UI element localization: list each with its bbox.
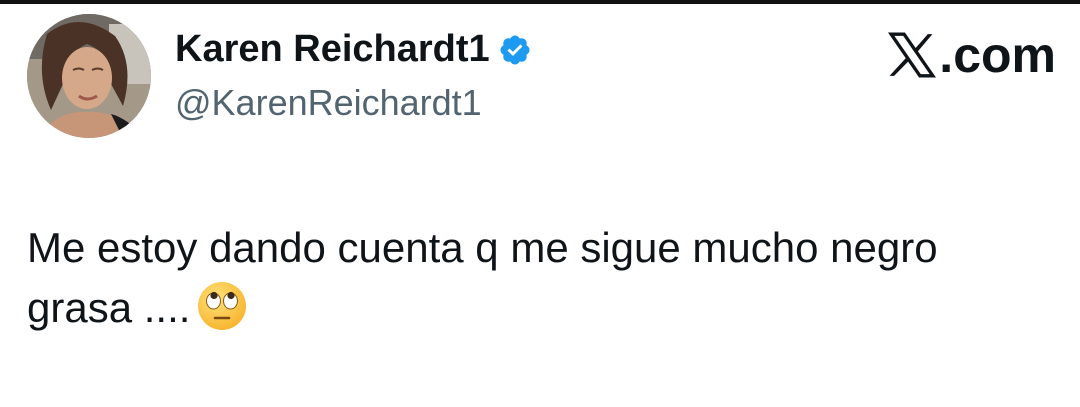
display-name[interactable]: Karen Reichardt1 — [175, 28, 532, 71]
avatar-photo — [27, 14, 151, 138]
brand-suffix: .com — [939, 27, 1056, 83]
user-handle[interactable]: @KarenReichardt1 — [175, 82, 482, 124]
tweet-text-line-1: Me estoy dando cuenta q me sigue mucho n… — [27, 224, 938, 271]
x-brand-logo: .com — [887, 26, 1056, 84]
tweet-card: Karen Reichardt1 @KarenReichardt1 .com M… — [0, 0, 1080, 407]
tweet-text: Me estoy dando cuenta q me sigue mucho n… — [27, 218, 1067, 338]
top-divider — [0, 0, 1080, 4]
x-logo-icon — [888, 32, 937, 78]
face-with-rolling-eyes-icon — [198, 282, 247, 330]
display-name-text: Karen Reichardt1 — [175, 28, 490, 70]
avatar[interactable] — [27, 14, 151, 138]
tweet-text-line-2-text: grasa .... — [27, 284, 191, 331]
verified-badge-icon — [500, 34, 530, 65]
tweet-text-line-2: grasa .... — [27, 278, 1067, 338]
